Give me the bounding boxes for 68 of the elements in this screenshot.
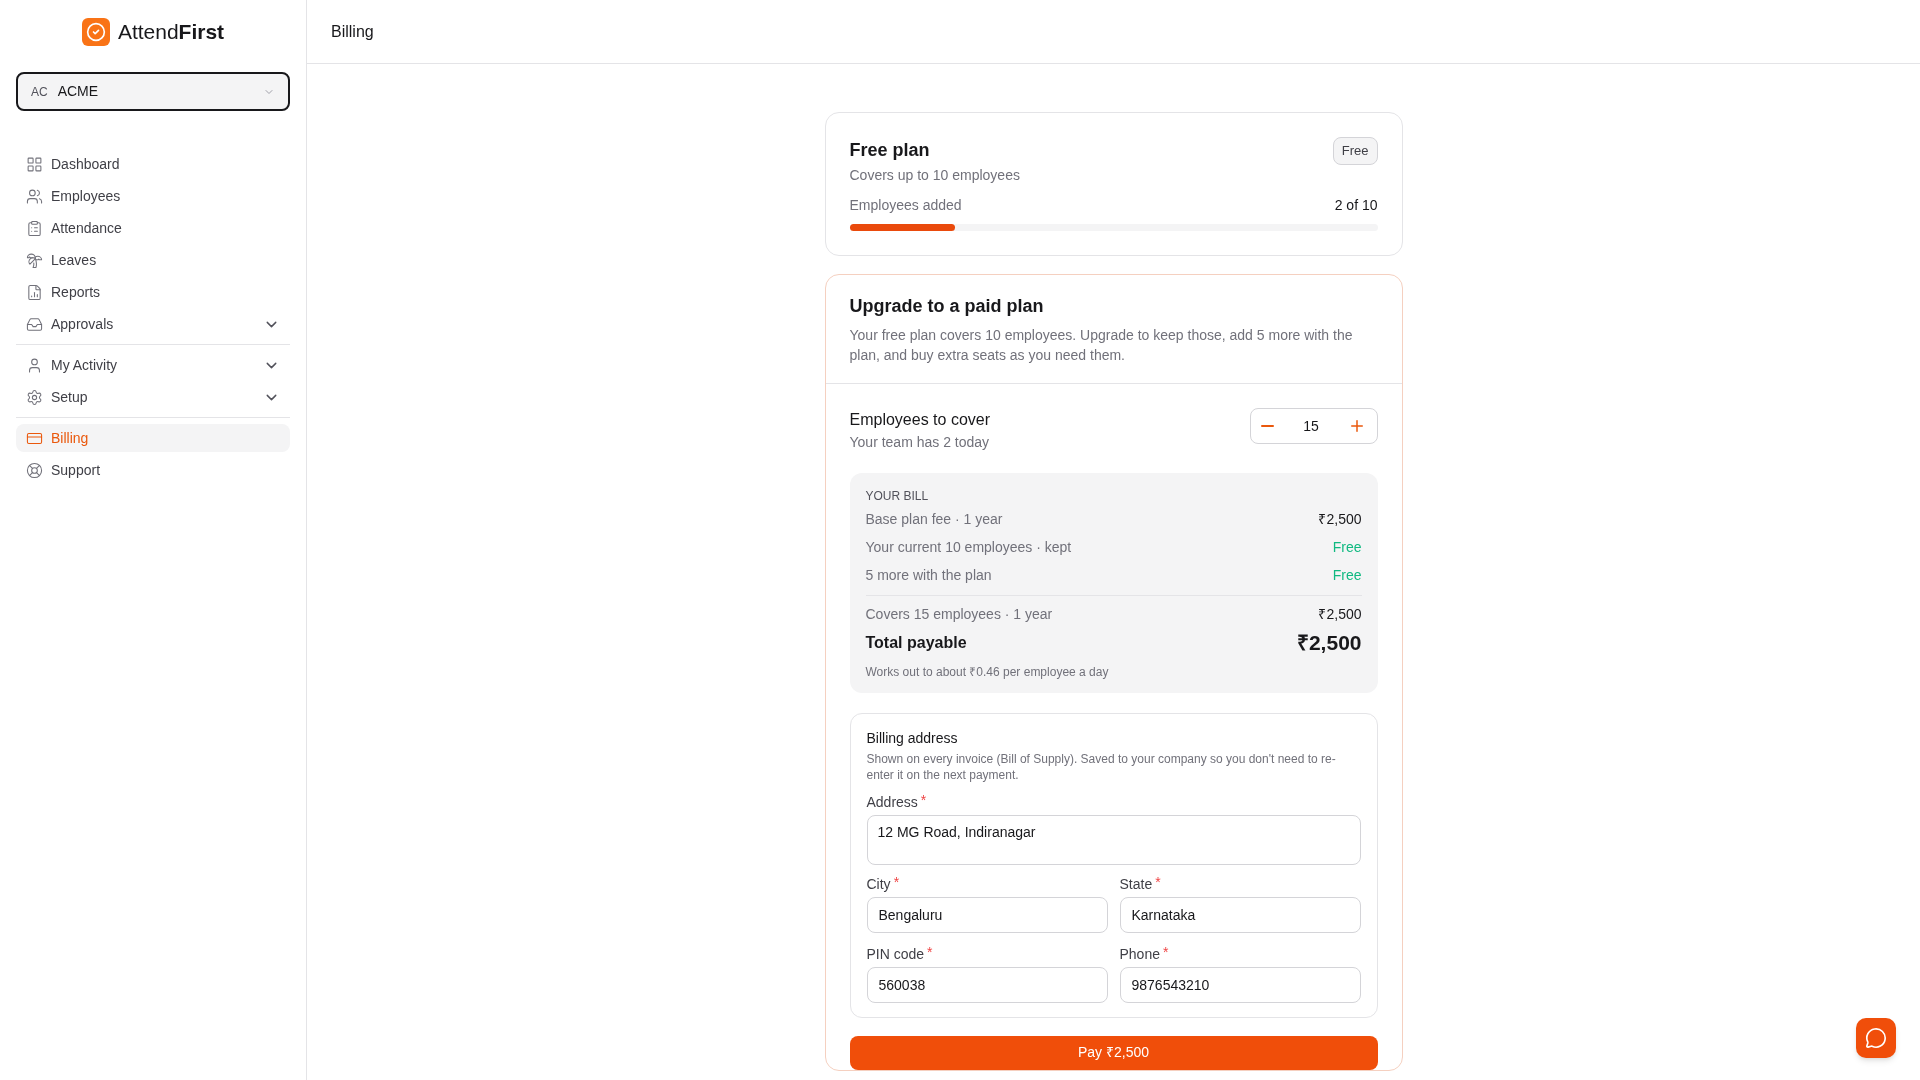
text-field[interactable]: Bengaluru <box>866 896 1108 933</box>
sidebar-item[interactable]: Employees <box>16 182 290 210</box>
report-icon <box>26 283 43 301</box>
summary-label: Covers 15 employees · 1 year <box>865 605 1053 624</box>
lifebuoy-icon <box>26 461 43 479</box>
bill-line-amount: Free <box>1332 566 1362 585</box>
text-field[interactable]: Karnataka <box>1119 896 1361 933</box>
pay-button[interactable]: Pay ₹2,500 <box>849 1035 1378 1070</box>
summary-amount: ₹2,500 <box>1318 605 1362 624</box>
usage-value: 2 of 10 <box>1334 196 1378 215</box>
quantity-stepper[interactable]: 15 <box>1249 408 1378 444</box>
sidebar-item[interactable]: Approvals <box>16 310 290 338</box>
usage-label: Employees added <box>849 196 962 215</box>
text-field[interactable]: 560038 <box>866 966 1108 1003</box>
bill-line-label: 5 more with the plan <box>865 566 992 585</box>
section-title: Employees to cover <box>849 410 990 430</box>
organization-select[interactable]: AC ACME <box>16 72 290 111</box>
inbox-icon <box>26 315 43 333</box>
field-label: State <box>1119 874 1153 893</box>
logo-icon <box>81 17 110 46</box>
minus-icon <box>1260 425 1274 427</box>
clipboard-icon <box>26 219 43 237</box>
grid-icon <box>26 155 43 173</box>
sidebar-item[interactable]: My Activity <box>16 351 290 379</box>
users-icon <box>26 187 43 205</box>
quantity-value: 15 <box>1303 416 1319 436</box>
cost-note: Works out to about ₹0.46 per employee a day <box>865 663 1110 681</box>
bill-line-label: Your current 10 employees · kept <box>865 538 1072 557</box>
plan-badge: Free <box>1332 137 1378 165</box>
field-label: Address <box>866 792 918 811</box>
address-field[interactable]: 12 MG Road, Indiranagar <box>866 814 1361 865</box>
bill-line-amount: ₹2,500 <box>1318 510 1362 529</box>
brand-name: AttendFirst <box>117 18 225 45</box>
required-mark: * <box>927 944 933 959</box>
section-title: Billing address <box>866 728 959 748</box>
required-mark: * <box>893 874 900 889</box>
total-label: Total payable <box>865 632 967 653</box>
text-field[interactable]: 9876543210 <box>1119 966 1361 1003</box>
sidebar-item[interactable]: Support <box>16 456 290 484</box>
bill-line-label: Base plan fee · 1 year <box>865 510 1003 529</box>
sidebar-item[interactable]: Leaves <box>16 246 290 274</box>
bill-heading: YOUR BILL <box>865 488 930 505</box>
sidebar-item[interactable]: Attendance <box>16 214 290 242</box>
required-mark: * <box>1155 874 1161 889</box>
page-title: Billing <box>331 21 374 42</box>
required-mark: * <box>920 792 927 807</box>
chat-bubble-icon <box>1865 1027 1887 1049</box>
sidebar-item[interactable]: Setup <box>16 383 290 411</box>
org-initials: AC <box>31 83 48 101</box>
card-title: Free plan <box>849 139 931 162</box>
section-subtitle: Your team has 2 today <box>849 433 990 452</box>
settings-icon <box>26 388 43 406</box>
card-subtitle: Covers up to 10 employees <box>849 166 1020 185</box>
org-name: ACME <box>57 82 99 101</box>
sidebar-item[interactable]: Reports <box>16 278 290 306</box>
total-amount: ₹2,500 <box>1296 630 1362 656</box>
card-description: Your free plan covers 10 employees. Upgrade to keep those, add 5 more with the plan, and buy extra seats as you need them. <box>849 326 1354 365</box>
bill-line-amount: Free <box>1332 538 1362 557</box>
section-description: Shown on every invoice (Bill of Supply). Saved to your company so you don't need to re-enter it on the next payment. <box>866 750 1337 783</box>
palm-tree-icon <box>26 251 43 269</box>
field-label: City <box>866 874 891 893</box>
sidebar-item[interactable]: Dashboard <box>16 150 290 178</box>
chat-button[interactable] <box>1856 1018 1896 1058</box>
card-title: Upgrade to a paid plan <box>849 295 1045 318</box>
field-label: PIN code <box>866 944 925 963</box>
field-label: Phone <box>1119 944 1160 963</box>
user-icon <box>26 356 43 374</box>
required-mark: * <box>1163 944 1169 959</box>
